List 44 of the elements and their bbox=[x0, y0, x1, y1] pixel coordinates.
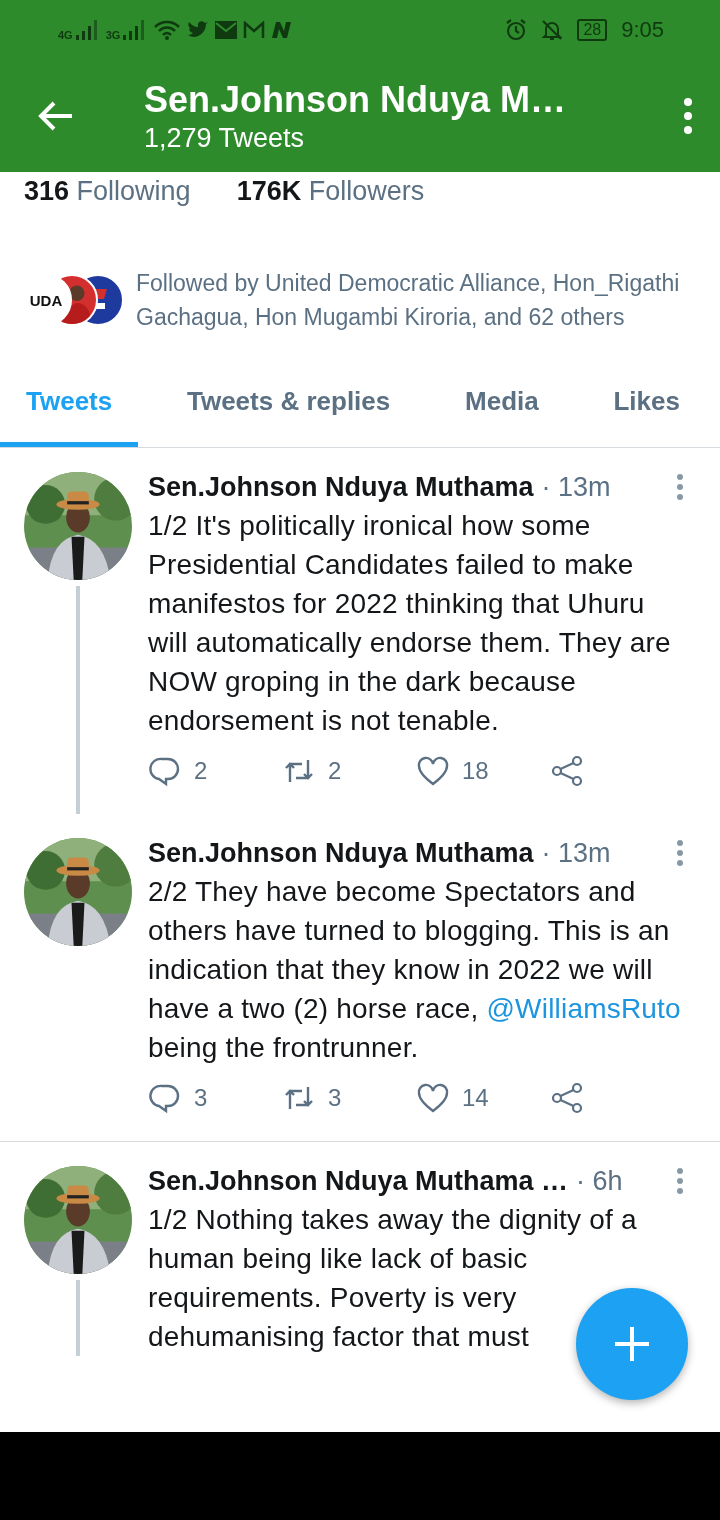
like-icon[interactable] bbox=[416, 1081, 450, 1115]
tweet-time: · 13m bbox=[541, 472, 611, 502]
share-icon[interactable] bbox=[550, 754, 584, 788]
retweet-count: 2 bbox=[328, 757, 342, 785]
author-name[interactable]: Sen.Johnson Nduya Muthama bbox=[148, 472, 534, 502]
network-label: 3G bbox=[105, 29, 121, 41]
tweet-text: 1/2 It's politically ironical how some Presidential Candidates failed to make manifestos for 2022 thinking that Uhuru will automatically endorse them. They are NOW groping in the dark because endorsement is not tenable. bbox=[148, 509, 672, 738]
m-logo-icon bbox=[243, 21, 266, 39]
bell-off-icon bbox=[541, 19, 564, 41]
more-icon[interactable] bbox=[676, 839, 684, 867]
followed-by-text[interactable]: Followed by United Democratic Alliance, Hon_Rigathi Gachagua, Hon Mugambi Kiroria, and 62 others bbox=[136, 266, 684, 334]
tweet-text: 1/2 Nothing takes away the dignity of a human being like lack of basic requirements. Poverty is very dehumanising factor that must bbox=[148, 1203, 638, 1354]
author-name[interactable]: Sen.Johnson Nduya Muthama … bbox=[148, 1166, 569, 1196]
profile-title: Sen.Johnson Nduya M… bbox=[144, 78, 568, 122]
reply-count: 3 bbox=[194, 1084, 208, 1112]
tab[interactable]: Tweets bbox=[0, 364, 139, 447]
tweet-count: 1,279 Tweets bbox=[144, 122, 306, 154]
network-label: 4G bbox=[58, 29, 73, 41]
tab[interactable]: Likes bbox=[587, 364, 720, 447]
bird-icon bbox=[187, 20, 210, 40]
tweet-text: 2/2 They have become Spectators and others have turned to blogging. This is an indication that they know in 2022 we will have a two (2) horse race, @WilliamsRuto being the frontrunner. bbox=[148, 875, 682, 1065]
follow-stat[interactable]: 176K Followers bbox=[236, 176, 425, 216]
wifi-icon bbox=[153, 19, 182, 41]
more-icon[interactable] bbox=[676, 1167, 684, 1195]
tweet-time: · 6h bbox=[576, 1166, 623, 1196]
mention-link[interactable]: @WilliamsRuto bbox=[486, 993, 681, 1024]
like-count: 14 bbox=[462, 1084, 489, 1112]
like-count: 18 bbox=[462, 757, 489, 785]
alarm-icon bbox=[505, 19, 528, 41]
tab[interactable]: Media bbox=[439, 364, 565, 447]
retweet-count: 3 bbox=[328, 1084, 342, 1112]
tweet-time: · 13m bbox=[541, 838, 611, 868]
compose-button[interactable] bbox=[576, 1288, 688, 1400]
mail-icon bbox=[215, 21, 238, 39]
reply-count: 2 bbox=[194, 757, 208, 785]
battery-icon: 28 bbox=[577, 19, 608, 41]
tab[interactable]: Tweets & replies bbox=[161, 364, 417, 447]
share-icon[interactable] bbox=[550, 1081, 584, 1115]
n-logo-icon bbox=[271, 21, 294, 39]
author-name[interactable]: Sen.Johnson Nduya Muthama bbox=[148, 838, 534, 868]
clock: 9:05 bbox=[621, 17, 664, 43]
follow-stat[interactable]: 316 Following bbox=[24, 176, 191, 216]
more-icon[interactable] bbox=[676, 473, 684, 501]
like-icon[interactable] bbox=[416, 754, 450, 788]
